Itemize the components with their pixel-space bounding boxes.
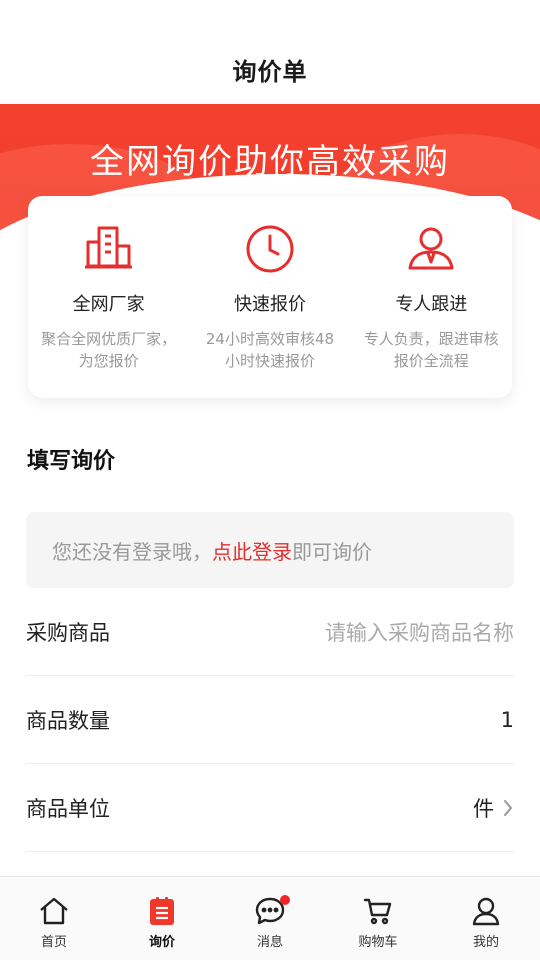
- banner-headline: 全网询价助你高效采购: [90, 142, 450, 182]
- login-tip-suffix: 即可询价: [292, 539, 372, 564]
- tab-label: 询价: [148, 935, 175, 950]
- feature-card: 全网厂家 聚合全网优质厂家，为您报价 快速报价 24小时高效审核48小时快速报价: [28, 196, 512, 398]
- tab-profile[interactable]: 我的: [432, 877, 540, 960]
- tab-inquiry[interactable]: 询价: [108, 877, 216, 960]
- feature-desc: 专人负责，跟进审核报价全流程: [363, 330, 499, 370]
- unit-select[interactable]: 件: [473, 793, 514, 823]
- feature-dedicated: 专人跟进 专人负责，跟进审核报价全流程: [351, 196, 512, 398]
- quantity-input[interactable]: 1: [501, 708, 514, 732]
- cart-icon: [361, 895, 395, 927]
- home-icon: [37, 895, 71, 927]
- tab-messages[interactable]: 消息: [216, 877, 324, 960]
- inquiry-icon: [145, 895, 179, 927]
- tab-cart[interactable]: 购物车: [324, 877, 432, 960]
- feature-title: 全网厂家: [72, 294, 145, 315]
- section-title: 填写询价: [27, 449, 116, 474]
- feature-fast-quote: 快速报价 24小时高效审核48小时快速报价: [189, 196, 350, 398]
- login-tip-prefix: 您还没有登录哦，: [52, 539, 212, 564]
- agent-icon: [404, 222, 458, 276]
- tab-label: 我的: [472, 935, 499, 950]
- tab-label: 购物车: [358, 935, 398, 950]
- quantity-row[interactable]: 商品数量 1: [26, 676, 514, 764]
- tab-home[interactable]: 首页: [0, 877, 108, 960]
- unread-badge: [280, 895, 290, 905]
- product-label: 采购商品: [26, 620, 110, 645]
- unit-row[interactable]: 商品单位 件: [26, 764, 514, 852]
- feature-desc: 24小时高效审核48小时快速报价: [205, 330, 335, 370]
- inquiry-page: 询价单 全网询价助你高效采购 全网厂家 聚合全网优质厂家，为您报价 快速报价 2…: [0, 0, 540, 960]
- feature-factories: 全网厂家 聚合全网优质厂家，为您报价: [28, 196, 189, 398]
- unit-label: 商品单位: [26, 796, 110, 821]
- top-bar: 询价单: [0, 0, 540, 104]
- page-title: 询价单: [232, 57, 308, 86]
- profile-icon: [469, 895, 503, 927]
- login-tip: 您还没有登录哦， 点此登录 即可询价: [26, 512, 514, 588]
- feature-title: 快速报价: [233, 294, 306, 315]
- feature-desc: 聚合全网优质厂家，为您报价: [41, 330, 177, 370]
- quantity-label: 商品数量: [26, 708, 110, 733]
- building-icon: [82, 222, 136, 276]
- product-row[interactable]: 采购商品 请输入采购商品名称: [26, 588, 514, 676]
- chevron-right-icon: [504, 799, 512, 816]
- feature-title: 专人跟进: [395, 294, 468, 315]
- bottom-tab-bar: 首页 询价 消息 购物车 我的: [0, 876, 540, 960]
- clock-icon: [243, 222, 297, 276]
- login-link[interactable]: 点此登录: [212, 536, 292, 565]
- tab-label: 消息: [256, 935, 283, 950]
- unit-value: 件: [473, 796, 494, 821]
- tab-label: 首页: [40, 935, 67, 950]
- product-input[interactable]: 请输入采购商品名称: [325, 617, 514, 647]
